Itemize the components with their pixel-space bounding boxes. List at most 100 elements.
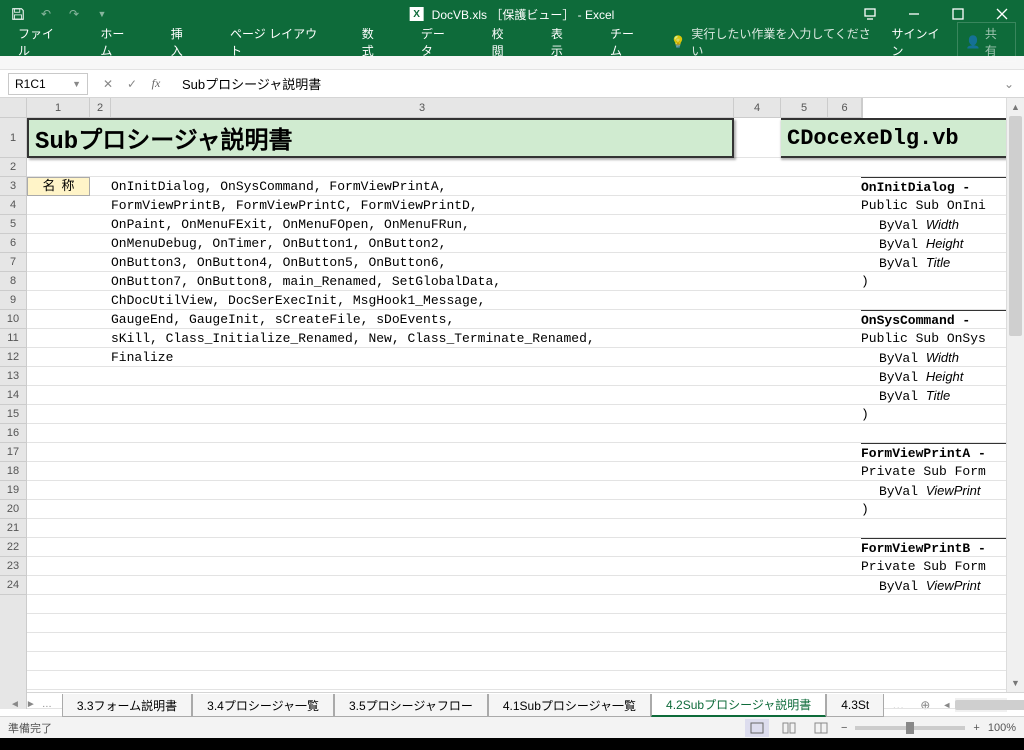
detail-line[interactable]: ByVal Title [861, 386, 1006, 405]
detail-line[interactable]: ByVal Title [861, 253, 1006, 272]
undo-icon[interactable]: ↶ [36, 4, 56, 24]
detail-line[interactable]: OnInitDialog - [861, 177, 1006, 196]
page-break-view-button[interactable] [809, 719, 833, 737]
row-header[interactable]: 9 [0, 291, 26, 310]
row-header[interactable]: 23 [0, 557, 26, 576]
expand-formula-icon[interactable]: ⌄ [1002, 77, 1016, 91]
code-line[interactable]: FormViewPrintB, FormViewPrintC, FormView… [111, 196, 478, 215]
detail-line[interactable]: ByVal Width [861, 215, 1006, 234]
grid[interactable]: Subプロシージャ説明書 CDocexeDlg.vb 名称 OnInitDial… [27, 118, 1006, 709]
qat-dropdown-icon[interactable]: ▼ [92, 4, 112, 24]
zoom-in-button[interactable]: + [973, 722, 979, 734]
row-header[interactable]: 3 [0, 177, 26, 196]
save-icon[interactable] [8, 4, 28, 24]
col-header[interactable]: 5 [781, 98, 828, 117]
detail-line[interactable]: ByVal Width [861, 348, 1006, 367]
name-label-cell[interactable]: 名称 [27, 177, 90, 196]
row-header[interactable]: 18 [0, 462, 26, 481]
detail-line[interactable]: ) [861, 272, 1006, 291]
row-header[interactable]: 7 [0, 253, 26, 272]
sheet-tab[interactable]: 4.3St [826, 694, 884, 717]
sheet-tab[interactable]: 3.5プロシージャフロー [334, 694, 488, 717]
row-header[interactable]: 20 [0, 500, 26, 519]
detail-line[interactable]: OnSysCommand - [861, 310, 1006, 329]
ribbon-options-icon[interactable] [848, 0, 892, 28]
formula-input[interactable] [176, 73, 998, 95]
detail-line[interactable]: Private Sub Form [861, 557, 1006, 576]
code-line[interactable]: OnPaint, OnMenuFExit, OnMenuFOpen, OnMen… [111, 215, 470, 234]
row-header[interactable]: 22 [0, 538, 26, 557]
scroll-down-icon[interactable]: ▼ [1007, 674, 1024, 692]
row-header[interactable]: 2 [0, 158, 26, 177]
code-line[interactable]: OnButton7, OnButton8, main_Renamed, SetG… [111, 272, 501, 291]
zoom-level[interactable]: 100% [988, 722, 1016, 734]
name-box[interactable]: R1C1 ▼ [8, 73, 88, 95]
code-line[interactable]: OnInitDialog, OnSysCommand, FormViewPrin… [111, 177, 446, 196]
detail-line[interactable]: ) [861, 405, 1006, 424]
zoom-slider[interactable] [855, 726, 965, 730]
scroll-up-icon[interactable]: ▲ [1007, 98, 1024, 116]
row-header[interactable]: 17 [0, 443, 26, 462]
detail-line[interactable]: ByVal Height [861, 367, 1006, 386]
col-header[interactable]: 6 [828, 98, 862, 117]
vscroll-thumb[interactable] [1009, 116, 1022, 336]
code-line[interactable]: sKill, Class_Initialize_Renamed, New, Cl… [111, 329, 595, 348]
sheet-tab[interactable]: 3.3フォーム説明書 [62, 694, 192, 717]
redo-icon[interactable]: ↷ [64, 4, 84, 24]
sheet-tab[interactable]: 4.1Subプロシージャ一覧 [488, 694, 651, 717]
code-line[interactable]: OnMenuDebug, OnTimer, OnButton1, OnButto… [111, 234, 446, 253]
fx-icon[interactable]: fx [148, 76, 164, 91]
minimize-button[interactable] [892, 0, 936, 28]
sheet-tab[interactable]: 4.2Subプロシージャ説明書 [651, 694, 826, 717]
tab-prev-icon[interactable]: ◄ [10, 699, 20, 710]
detail-line[interactable]: ByVal ViewPrint [861, 481, 1006, 500]
hscroll-thumb[interactable] [955, 700, 1024, 710]
row-header[interactable]: 16 [0, 424, 26, 443]
detail-line[interactable]: Public Sub OnSys [861, 329, 1006, 348]
row-header[interactable]: 11 [0, 329, 26, 348]
row-header[interactable]: 4 [0, 196, 26, 215]
sheet-tab[interactable]: 3.4プロシージャ一覧 [192, 694, 334, 717]
row-header[interactable]: 12 [0, 348, 26, 367]
row-header[interactable]: 15 [0, 405, 26, 424]
col-header[interactable]: 2 [90, 98, 111, 117]
page-title-cell[interactable]: Subプロシージャ説明書 [27, 118, 734, 158]
row-header[interactable]: 21 [0, 519, 26, 538]
column-headers[interactable]: 123456 [27, 98, 863, 118]
cancel-icon[interactable]: ✕ [100, 77, 116, 91]
row-headers[interactable]: 123456789101112131415161718192021222324 [0, 118, 27, 709]
vertical-scrollbar[interactable]: ▲ ▼ [1006, 98, 1024, 692]
col-header[interactable]: 3 [111, 98, 734, 117]
col-header[interactable]: 4 [734, 98, 781, 117]
detail-line[interactable]: Private Sub Form [861, 462, 1006, 481]
detail-line[interactable]: ) [861, 500, 1006, 519]
filename-cell[interactable]: CDocexeDlg.vb [781, 118, 1006, 158]
code-line[interactable]: Finalize [111, 348, 173, 367]
row-header[interactable]: 10 [0, 310, 26, 329]
zoom-handle[interactable] [906, 722, 914, 734]
row-header[interactable]: 1 [0, 118, 26, 158]
page-layout-view-button[interactable] [777, 719, 801, 737]
code-line[interactable]: ChDocUtilView, DocSerExecInit, MsgHook1_… [111, 291, 485, 310]
row-header[interactable]: 5 [0, 215, 26, 234]
enter-icon[interactable]: ✓ [124, 77, 140, 91]
detail-line[interactable]: ByVal ViewPrint [861, 576, 1006, 595]
signin-link[interactable]: サインイン [891, 25, 948, 59]
code-line[interactable]: OnButton3, OnButton4, OnButton5, OnButto… [111, 253, 446, 272]
normal-view-button[interactable] [745, 719, 769, 737]
row-header[interactable]: 14 [0, 386, 26, 405]
row-header[interactable]: 24 [0, 576, 26, 595]
row-header[interactable]: 6 [0, 234, 26, 253]
col-header[interactable]: 1 [27, 98, 90, 117]
detail-line[interactable]: FormViewPrintA - [861, 443, 1006, 462]
tell-me[interactable]: 💡 実行したい作業を入力してください [670, 25, 875, 59]
share-button[interactable]: 👤 共有 [957, 22, 1016, 62]
row-header[interactable]: 19 [0, 481, 26, 500]
detail-line[interactable]: Public Sub OnIni [861, 196, 1006, 215]
select-all-corner[interactable] [0, 98, 27, 118]
row-header[interactable]: 8 [0, 272, 26, 291]
detail-line[interactable]: ByVal Height [861, 234, 1006, 253]
detail-line[interactable]: FormViewPrintB - [861, 538, 1006, 557]
zoom-out-button[interactable]: − [841, 722, 847, 734]
chevron-down-icon[interactable]: ▼ [72, 79, 81, 89]
